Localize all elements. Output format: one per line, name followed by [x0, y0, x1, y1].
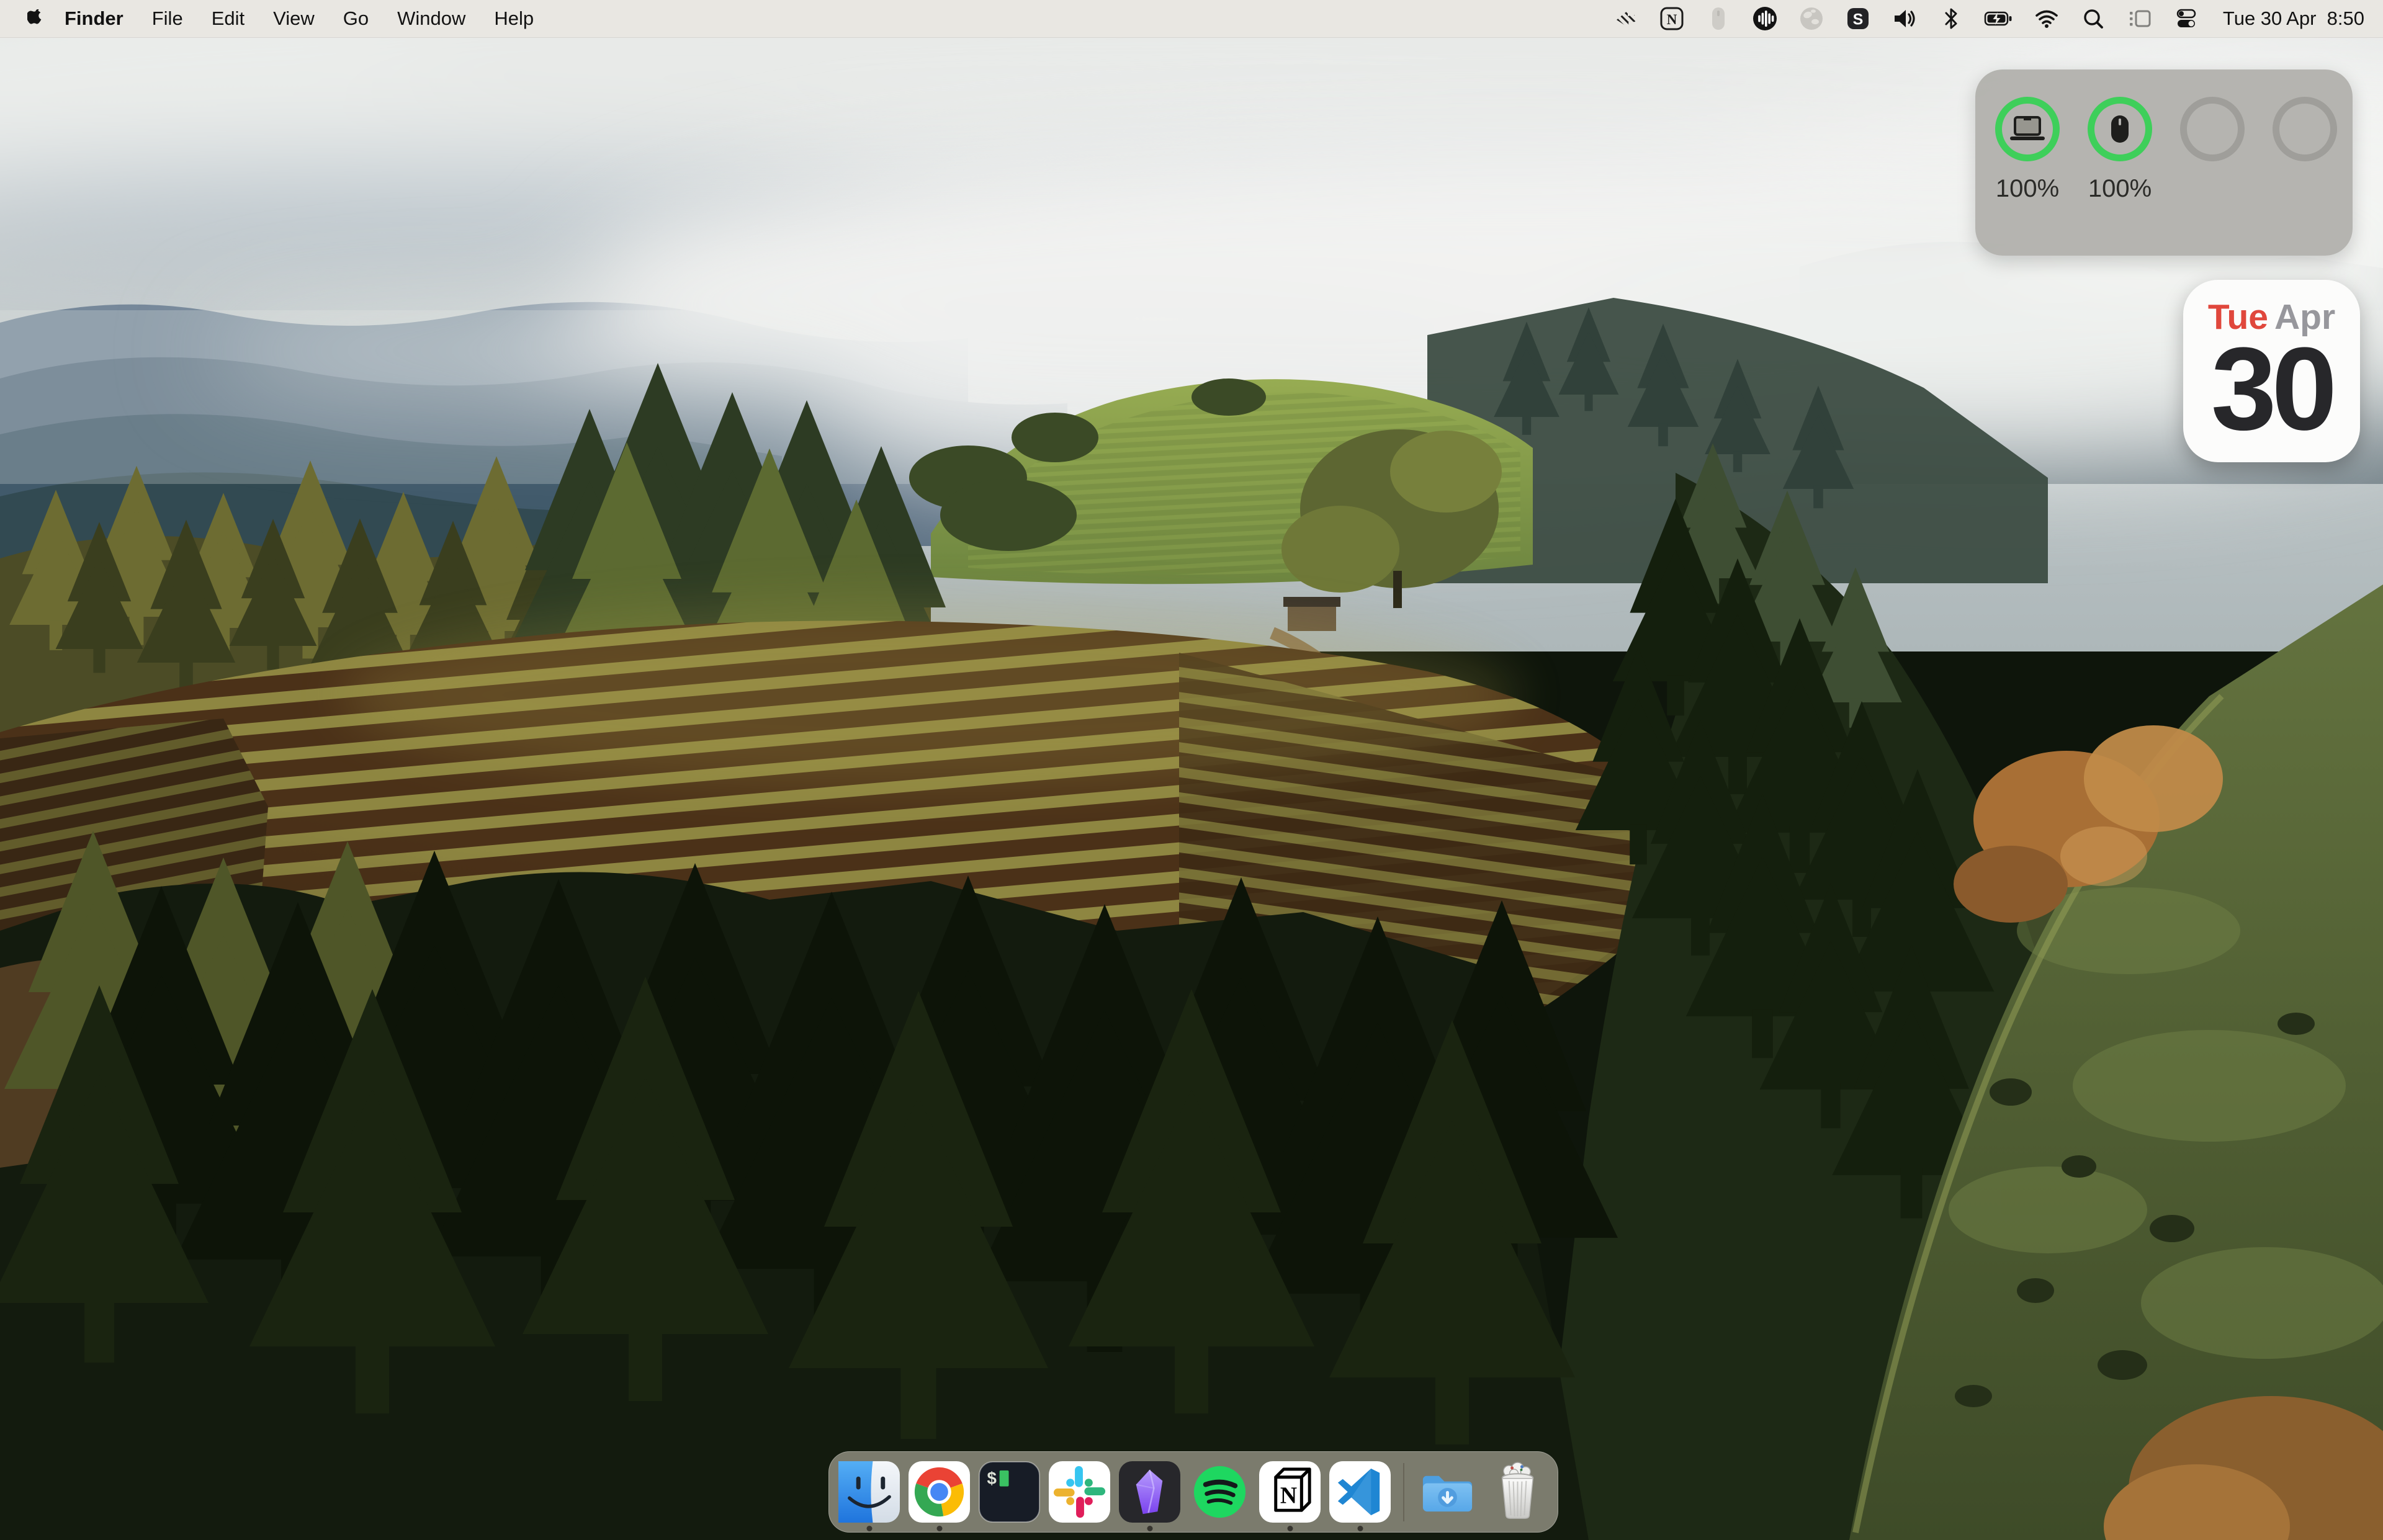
- running-indicator: [936, 1526, 942, 1531]
- menu-view[interactable]: View: [259, 7, 329, 30]
- active-app-name[interactable]: Finder: [50, 7, 138, 30]
- battery-device-mouse: 100%: [2085, 97, 2155, 203]
- svg-text:$: $: [987, 1471, 997, 1490]
- running-indicator: [1287, 1526, 1293, 1531]
- chrome-icon: [909, 1461, 970, 1523]
- dock-item-vscode[interactable]: [1329, 1461, 1391, 1523]
- dock-item-terminal[interactable]: $: [979, 1461, 1040, 1523]
- mouse-battery-icon[interactable]: [1705, 5, 1732, 32]
- battery-ring-mouse: [2088, 97, 2152, 161]
- calendar-widget[interactable]: TueApr 30: [2183, 280, 2360, 462]
- notion-menu-icon[interactable]: N: [1658, 5, 1685, 32]
- s-app-icon[interactable]: S: [1844, 5, 1872, 32]
- notion-icon: N: [1259, 1461, 1321, 1523]
- battery-widget[interactable]: 100% 100%: [1975, 69, 2353, 256]
- menu-file[interactable]: File: [138, 7, 197, 30]
- control-center-icon[interactable]: [2173, 5, 2200, 32]
- menu-bar-left: Finder File Edit View Go Window Help: [0, 7, 548, 30]
- menu-bar-clock[interactable]: Tue 30 Apr 8:50: [2223, 7, 2364, 30]
- apple-logo-icon: [27, 9, 43, 28]
- volume-icon[interactable]: [1891, 5, 1918, 32]
- dock: $: [828, 1451, 1558, 1533]
- laptop-icon: [2010, 115, 2045, 143]
- battery-percent-laptop: 100%: [1996, 175, 2059, 203]
- globe-icon[interactable]: [1798, 5, 1825, 32]
- battery-ring-empty: [2180, 97, 2245, 161]
- dock-item-slack[interactable]: [1049, 1461, 1110, 1523]
- dock-divider: [1403, 1463, 1404, 1521]
- dock-item-downloads[interactable]: [1417, 1461, 1478, 1523]
- hatched-arrow-icon[interactable]: [1612, 5, 1639, 32]
- menu-bar: Finder File Edit View Go Window Help N: [0, 0, 2383, 38]
- running-indicator: [1357, 1526, 1363, 1531]
- menu-go[interactable]: Go: [329, 7, 383, 30]
- dock-item-trash[interactable]: [1487, 1461, 1548, 1523]
- waveform-icon[interactable]: [1751, 5, 1779, 32]
- trash-full-icon: [1487, 1461, 1548, 1523]
- bluetooth-icon[interactable]: [1937, 5, 1965, 32]
- battery-slot-empty-1: [2178, 97, 2247, 203]
- battery-percent-mouse: 100%: [2088, 175, 2152, 203]
- dock-item-finder[interactable]: [838, 1461, 900, 1523]
- svg-text:N: N: [1667, 12, 1677, 27]
- dock-item-chrome[interactable]: [909, 1461, 970, 1523]
- downloads-folder-icon: [1417, 1461, 1478, 1523]
- dock-item-spotify[interactable]: [1189, 1461, 1250, 1523]
- calendar-day: 30: [2183, 335, 2360, 444]
- dock-item-notion[interactable]: N: [1259, 1461, 1321, 1523]
- stage-manager-icon[interactable]: [2126, 5, 2153, 32]
- mouse-icon: [2110, 114, 2130, 144]
- battery-ring-laptop: [1995, 97, 2060, 161]
- slack-icon: [1049, 1461, 1110, 1523]
- menu-bar-status: N: [1612, 5, 2383, 32]
- battery-slot-empty-2: [2270, 97, 2340, 203]
- spotlight-icon[interactable]: [2080, 5, 2107, 32]
- terminal-icon: $: [979, 1461, 1040, 1523]
- battery-row: 100% 100%: [1975, 69, 2353, 203]
- svg-text:S: S: [1853, 11, 1864, 29]
- finder-icon: [838, 1461, 900, 1523]
- battery-charging-icon[interactable]: [1984, 5, 2014, 32]
- obsidian-icon: [1119, 1461, 1180, 1523]
- menu-help[interactable]: Help: [480, 7, 548, 30]
- battery-device-laptop: 100%: [1993, 97, 2062, 203]
- spotify-icon: [1189, 1461, 1250, 1523]
- battery-ring-empty: [2273, 97, 2337, 161]
- dock-item-obsidian[interactable]: [1119, 1461, 1180, 1523]
- menu-window[interactable]: Window: [383, 7, 480, 30]
- wifi-icon[interactable]: [2033, 5, 2060, 32]
- vscode-icon: [1329, 1461, 1391, 1523]
- running-indicator: [866, 1526, 872, 1531]
- svg-text:N: N: [1280, 1482, 1297, 1508]
- running-indicator: [1147, 1526, 1152, 1531]
- apple-menu[interactable]: [21, 9, 50, 28]
- menu-edit[interactable]: Edit: [197, 7, 259, 30]
